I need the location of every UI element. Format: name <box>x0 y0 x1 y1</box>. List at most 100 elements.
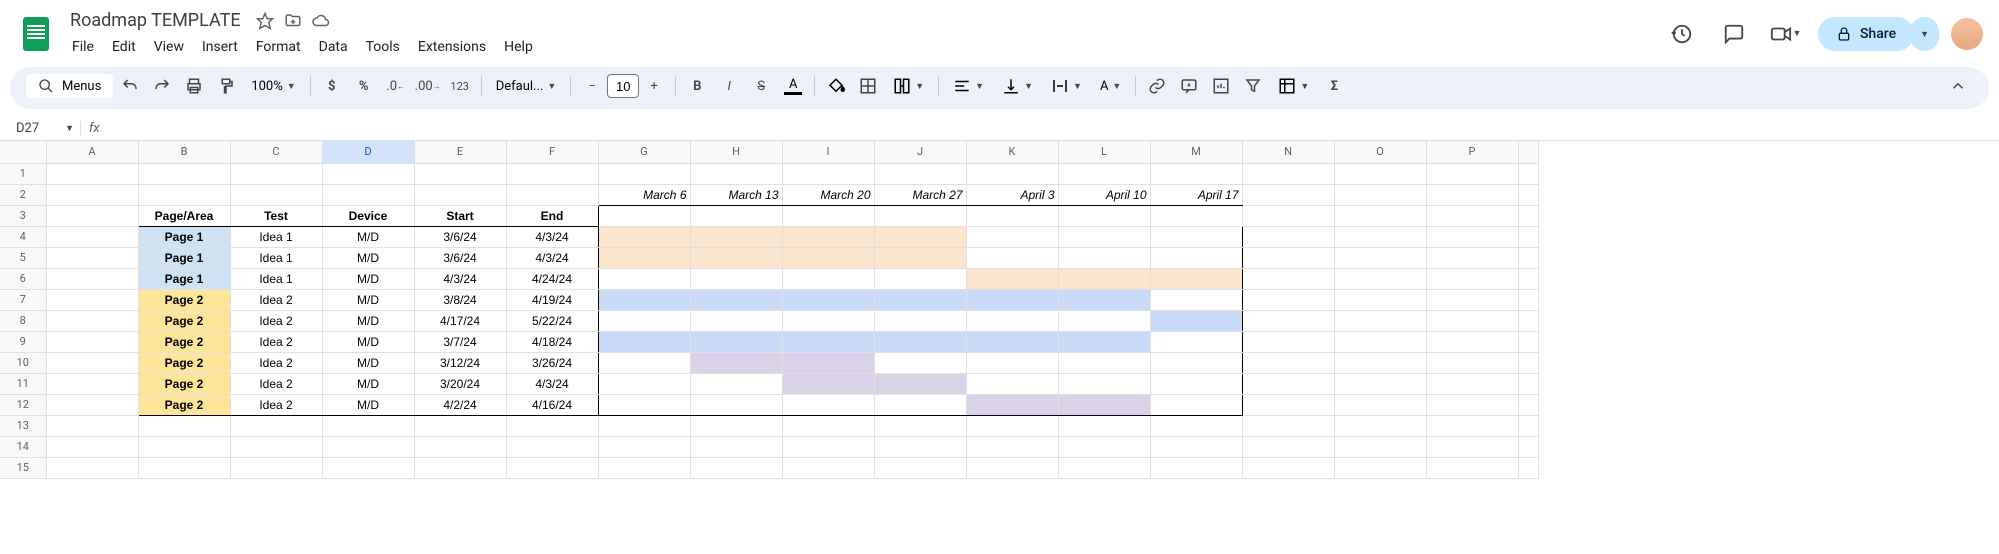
cell[interactable] <box>1518 289 1538 310</box>
cell[interactable] <box>1242 268 1334 289</box>
cell[interactable] <box>966 373 1058 394</box>
cell[interactable] <box>1150 289 1242 310</box>
cell[interactable] <box>1058 415 1150 436</box>
row-header-4[interactable]: 4 <box>0 226 46 247</box>
page-cell[interactable]: Page 2 <box>138 310 230 331</box>
menu-insert[interactable]: Insert <box>194 35 246 59</box>
end-cell[interactable]: 4/3/24 <box>506 247 598 268</box>
functions-button[interactable]: Σ <box>1319 71 1349 101</box>
cell[interactable] <box>1334 352 1426 373</box>
cell[interactable] <box>1150 163 1242 184</box>
history-icon[interactable] <box>1662 14 1702 54</box>
cell[interactable] <box>1518 268 1538 289</box>
cell[interactable] <box>966 205 1058 226</box>
cell[interactable] <box>1426 226 1518 247</box>
cell[interactable] <box>1058 310 1150 331</box>
cell[interactable] <box>1518 394 1538 415</box>
gantt-cell[interactable] <box>690 247 782 268</box>
cell[interactable] <box>46 436 138 457</box>
cell[interactable] <box>138 163 230 184</box>
menu-file[interactable]: File <box>64 35 102 59</box>
cell[interactable] <box>1058 247 1150 268</box>
cell[interactable] <box>1242 394 1334 415</box>
share-dropdown[interactable]: ▼ <box>1910 17 1939 51</box>
cell[interactable] <box>46 373 138 394</box>
cell[interactable] <box>1058 436 1150 457</box>
cell[interactable] <box>1150 415 1242 436</box>
cell[interactable] <box>1150 457 1242 478</box>
gantt-cell[interactable] <box>690 289 782 310</box>
cell[interactable] <box>1242 310 1334 331</box>
test-cell[interactable]: Idea 2 <box>230 394 322 415</box>
cell[interactable] <box>1150 373 1242 394</box>
test-cell[interactable]: Idea 1 <box>230 268 322 289</box>
undo-button[interactable] <box>115 71 145 101</box>
cell[interactable] <box>1518 436 1538 457</box>
cell[interactable] <box>1334 205 1426 226</box>
cell[interactable] <box>1334 436 1426 457</box>
cell[interactable] <box>46 184 138 205</box>
font-size-input[interactable] <box>607 74 639 98</box>
cell[interactable] <box>506 184 598 205</box>
cell[interactable] <box>46 268 138 289</box>
device-cell[interactable]: M/D <box>322 394 414 415</box>
cell[interactable] <box>1150 394 1242 415</box>
gantt-cell[interactable] <box>782 289 874 310</box>
cell[interactable] <box>690 457 782 478</box>
cell[interactable] <box>1518 373 1538 394</box>
cell[interactable] <box>598 205 690 226</box>
cell[interactable] <box>1058 457 1150 478</box>
start-cell[interactable]: 3/6/24 <box>414 247 506 268</box>
page-cell[interactable]: Page 1 <box>138 268 230 289</box>
cell[interactable] <box>1334 394 1426 415</box>
horizontal-align-button[interactable]: ▼ <box>945 73 992 99</box>
menu-edit[interactable]: Edit <box>104 35 144 59</box>
bold-button[interactable]: B <box>682 71 712 101</box>
cell[interactable] <box>1426 289 1518 310</box>
column-header-P[interactable]: P <box>1426 141 1518 163</box>
cell[interactable] <box>46 352 138 373</box>
cell[interactable] <box>1426 163 1518 184</box>
column-header-F[interactable]: F <box>506 141 598 163</box>
gantt-cell[interactable] <box>1150 268 1242 289</box>
cell[interactable] <box>966 457 1058 478</box>
row-header-12[interactable]: 12 <box>0 394 46 415</box>
cell[interactable] <box>414 436 506 457</box>
start-cell[interactable]: 4/2/24 <box>414 394 506 415</box>
cloud-status-icon[interactable] <box>311 11 331 31</box>
cell[interactable] <box>230 184 322 205</box>
device-cell[interactable]: M/D <box>322 226 414 247</box>
date-header[interactable]: April 17 <box>1150 184 1242 205</box>
cell[interactable] <box>1058 205 1150 226</box>
italic-button[interactable]: I <box>714 71 744 101</box>
cell[interactable] <box>1242 247 1334 268</box>
cell[interactable] <box>1334 415 1426 436</box>
redo-button[interactable] <box>147 71 177 101</box>
row-header-10[interactable]: 10 <box>0 352 46 373</box>
device-cell[interactable]: M/D <box>322 310 414 331</box>
merge-cells-button[interactable]: ▼ <box>885 73 932 99</box>
page-cell[interactable]: Page 2 <box>138 352 230 373</box>
cell[interactable] <box>506 415 598 436</box>
gantt-cell[interactable] <box>690 226 782 247</box>
column-header-E[interactable]: E <box>414 141 506 163</box>
gantt-cell[interactable] <box>782 352 874 373</box>
cell[interactable] <box>322 184 414 205</box>
zoom-dropdown[interactable]: 100%▼ <box>243 75 303 98</box>
cell[interactable] <box>1518 205 1538 226</box>
cell[interactable] <box>1518 415 1538 436</box>
cell[interactable] <box>690 436 782 457</box>
text-wrap-button[interactable]: ▼ <box>1043 73 1090 99</box>
cell[interactable] <box>1426 268 1518 289</box>
page-cell[interactable]: Page 1 <box>138 247 230 268</box>
cell[interactable] <box>1426 247 1518 268</box>
insert-chart-button[interactable] <box>1206 71 1236 101</box>
test-cell[interactable]: Idea 1 <box>230 247 322 268</box>
row-header-14[interactable]: 14 <box>0 436 46 457</box>
row-header-13[interactable]: 13 <box>0 415 46 436</box>
gantt-cell[interactable] <box>690 331 782 352</box>
cell[interactable] <box>1518 226 1538 247</box>
cell[interactable] <box>874 394 966 415</box>
gantt-cell[interactable] <box>782 247 874 268</box>
cell[interactable] <box>1058 226 1150 247</box>
